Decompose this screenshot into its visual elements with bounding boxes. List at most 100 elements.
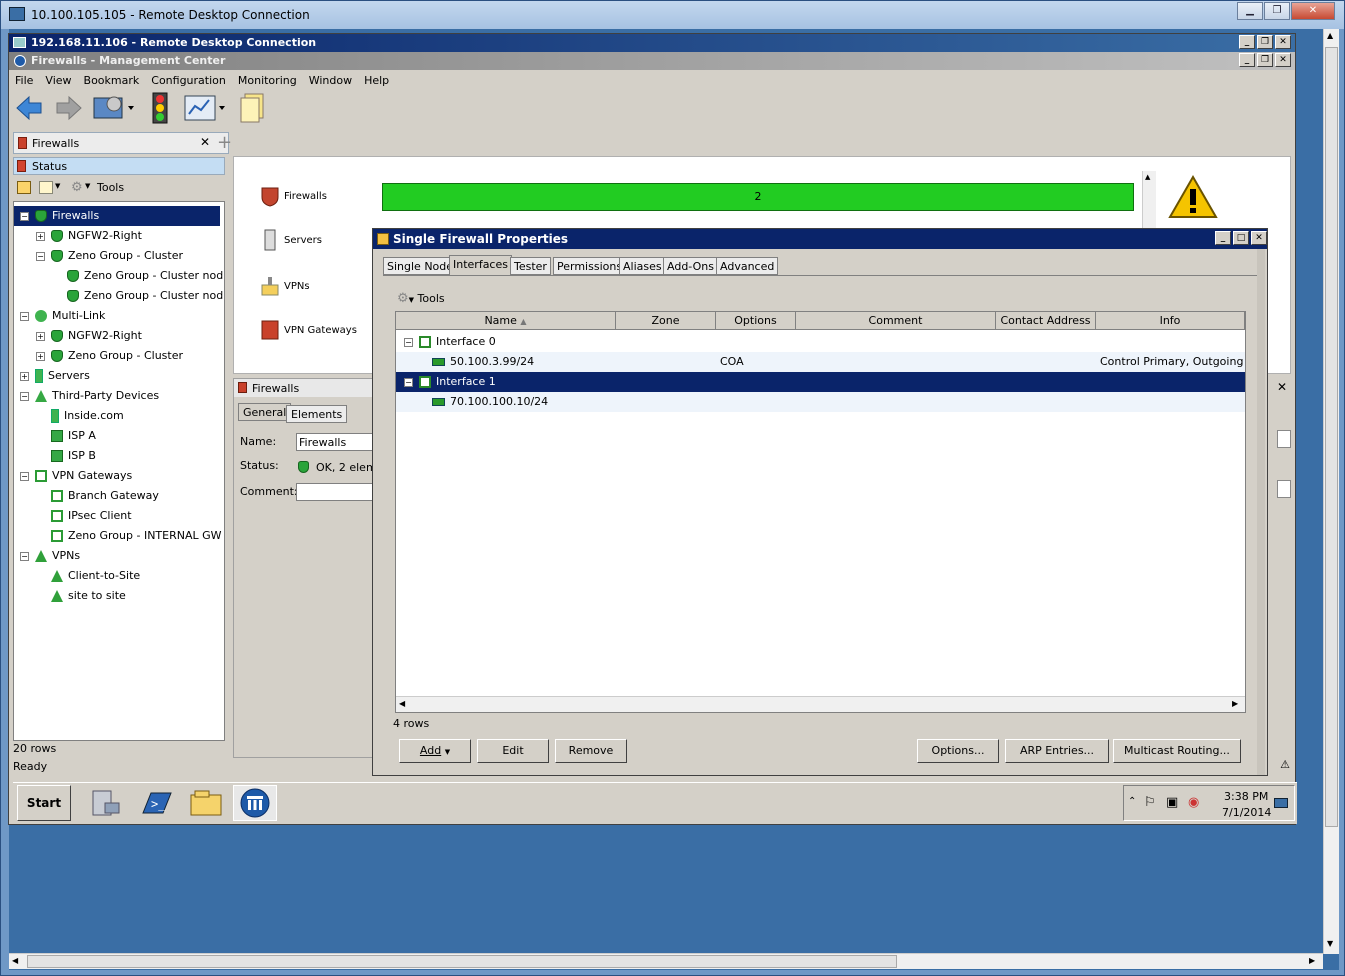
column-header-info[interactable]: Info (1096, 312, 1245, 330)
tree-item[interactable]: +Inside.com (14, 406, 220, 426)
collapse-icon[interactable]: − (404, 377, 413, 387)
table-row[interactable]: − Interface 0 (396, 332, 1245, 352)
tree-item[interactable]: +ISP A (14, 426, 220, 446)
firewalls-status-bar[interactable]: 2 (382, 183, 1134, 211)
servers-status-row[interactable]: Servers (260, 229, 322, 251)
scroll-up-icon[interactable]: ▲ (1327, 31, 1333, 40)
tree-item[interactable]: − Firewalls (14, 206, 220, 226)
tree-item[interactable]: − Third-Party Devices (14, 386, 220, 406)
menu-view[interactable]: View (39, 72, 77, 87)
remove-button[interactable]: Remove (555, 739, 627, 763)
scroll-right-icon[interactable]: ▶ (1309, 956, 1315, 965)
documents-icon[interactable] (235, 92, 267, 124)
firewalls-status-row[interactable]: Firewalls (260, 185, 327, 207)
collapse-icon[interactable]: − (20, 391, 29, 401)
table-row[interactable]: 70.100.100.10/24 (396, 392, 1245, 412)
new-tab-icon[interactable]: + (217, 132, 232, 153)
tree-item[interactable]: − VPNs (14, 546, 220, 566)
warning-icon[interactable] (1168, 175, 1218, 219)
name-field[interactable]: Firewalls (296, 433, 376, 451)
tree-item[interactable]: +Client-to-Site (14, 566, 220, 586)
tray-network-icon[interactable]: ▣ (1166, 795, 1178, 810)
dialog-title-bar[interactable]: Single Firewall Properties _ □ ✕ (373, 229, 1267, 249)
tray-expand-icon[interactable]: ⌃ (1128, 796, 1136, 807)
tray-volume-muted-icon[interactable]: ◉ (1188, 795, 1199, 810)
collapse-icon[interactable]: − (20, 471, 29, 481)
scroll-down-icon[interactable]: ▼ (1327, 939, 1333, 948)
tray-time[interactable]: 3:38 PM (1224, 790, 1268, 803)
tab-add-ons[interactable]: Add-Ons (663, 257, 718, 275)
dialog-minimize-button[interactable]: _ (1215, 231, 1231, 245)
dialog-tools-bar[interactable]: ⚙▼ Tools (397, 291, 445, 307)
outer-title-bar[interactable]: 10.100.105.105 - Remote Desktop Connecti… (1, 1, 1344, 29)
tab-advanced[interactable]: Advanced (716, 257, 779, 275)
tray-flag-icon[interactable]: ⚐ (1144, 795, 1156, 810)
outer-horizontal-scrollbar[interactable]: ◀ ▶ (9, 953, 1323, 969)
column-header-comment[interactable]: Comment (796, 312, 996, 330)
arp-entries-button[interactable]: ARP Entries... (1005, 739, 1109, 763)
tree-item[interactable]: +ISP B (14, 446, 220, 466)
warning-small-icon[interactable]: ⚠ (1277, 758, 1293, 774)
inner-rdp-title-bar[interactable]: 192.168.11.106 - Remote Desktop Connecti… (9, 34, 1295, 52)
add-button[interactable]: Add ▼ (399, 739, 471, 763)
tree-item[interactable]: +Zeno Group - Cluster nod… (14, 266, 224, 286)
inner-minimize-button[interactable]: _ (1239, 35, 1255, 49)
status-header[interactable]: Status (13, 157, 225, 175)
folder-up-icon[interactable] (17, 181, 31, 194)
dropdown-arrow-icon[interactable]: ▼ (55, 182, 60, 190)
outer-vertical-scroll-thumb[interactable] (1325, 47, 1338, 827)
tree-item[interactable]: + Zeno Group - Cluster (14, 346, 220, 366)
table-row[interactable]: 50.100.3.99/24 COA Control Primary, Outgoi… (396, 352, 1245, 372)
tree-item[interactable]: +site to site (14, 586, 220, 606)
table-scroll-left-icon[interactable]: ◀ (399, 699, 405, 708)
back-arrow-icon[interactable] (13, 92, 45, 124)
tab-aliases[interactable]: Aliases (619, 257, 666, 275)
dialog-close-button[interactable]: ✕ (1251, 231, 1267, 245)
props-tab-general[interactable]: General (238, 403, 292, 421)
app-title-bar[interactable]: Firewalls - Management Center _ ❐ ✕ (9, 52, 1295, 70)
vpns-status-row[interactable]: VPNs (260, 275, 310, 297)
tree-item[interactable]: − VPN Gateways (14, 466, 220, 486)
tree-item[interactable]: +Zeno Group - Cluster nod… (14, 286, 224, 306)
vpn-gateways-status-row[interactable]: VPN Gateways (260, 319, 357, 341)
collapse-icon[interactable]: − (20, 551, 29, 561)
menu-configuration[interactable]: Configuration (145, 72, 232, 87)
menu-file[interactable]: File (9, 72, 39, 87)
taskbar-powershell-icon[interactable]: >_ (137, 785, 175, 821)
expand-icon[interactable]: + (36, 331, 45, 341)
gear-icon[interactable]: ⚙ (71, 180, 83, 195)
status-scroll-up-icon[interactable]: ▲ (1145, 173, 1150, 181)
chart-icon[interactable] (183, 92, 227, 124)
collapse-icon[interactable]: − (20, 311, 29, 321)
tab-firewalls[interactable]: Firewalls ✕ (13, 132, 229, 154)
collapse-icon[interactable]: − (20, 211, 29, 221)
properties-close-icon[interactable]: ✕ (1271, 380, 1293, 396)
tree-item[interactable]: + Servers (14, 366, 220, 386)
app-restore-button[interactable]: ❐ (1257, 53, 1273, 67)
tray-date[interactable]: 7/1/2014 (1222, 806, 1271, 819)
inner-restore-button[interactable]: ❐ (1257, 35, 1273, 49)
start-button[interactable]: Start (17, 785, 71, 821)
app-close-button[interactable]: ✕ (1275, 53, 1291, 67)
options-button[interactable]: Options... (917, 739, 999, 763)
column-header-options[interactable]: Options (716, 312, 796, 330)
forward-arrow-icon[interactable] (53, 92, 85, 124)
show-desktop-icon[interactable] (1274, 798, 1288, 808)
collapse-icon[interactable]: − (404, 337, 413, 347)
menu-help[interactable]: Help (358, 72, 395, 87)
scroll-left-icon[interactable]: ◀ (12, 956, 18, 965)
expand-icon[interactable]: + (20, 371, 29, 381)
outer-restore-button[interactable]: ❐ (1264, 2, 1290, 20)
tree-item[interactable]: + NGFW2-Right (14, 326, 220, 346)
tab-single-node[interactable]: Single Node (383, 257, 458, 275)
configuration-icon[interactable] (92, 92, 136, 124)
tree-item[interactable]: + NGFW2-Right (14, 226, 220, 246)
comment-field[interactable] (296, 483, 376, 501)
tools-dropdown-icon[interactable]: ▼ (85, 182, 90, 190)
tree-item[interactable]: +Branch Gateway (14, 486, 220, 506)
collapse-icon[interactable]: − (36, 251, 45, 261)
outer-minimize-button[interactable]: ▁ (1237, 2, 1263, 20)
tab-permissions[interactable]: Permissions (553, 257, 627, 275)
table-horizontal-scrollbar[interactable]: ◀ ▶ (396, 696, 1245, 712)
new-element-icon[interactable] (39, 181, 53, 194)
